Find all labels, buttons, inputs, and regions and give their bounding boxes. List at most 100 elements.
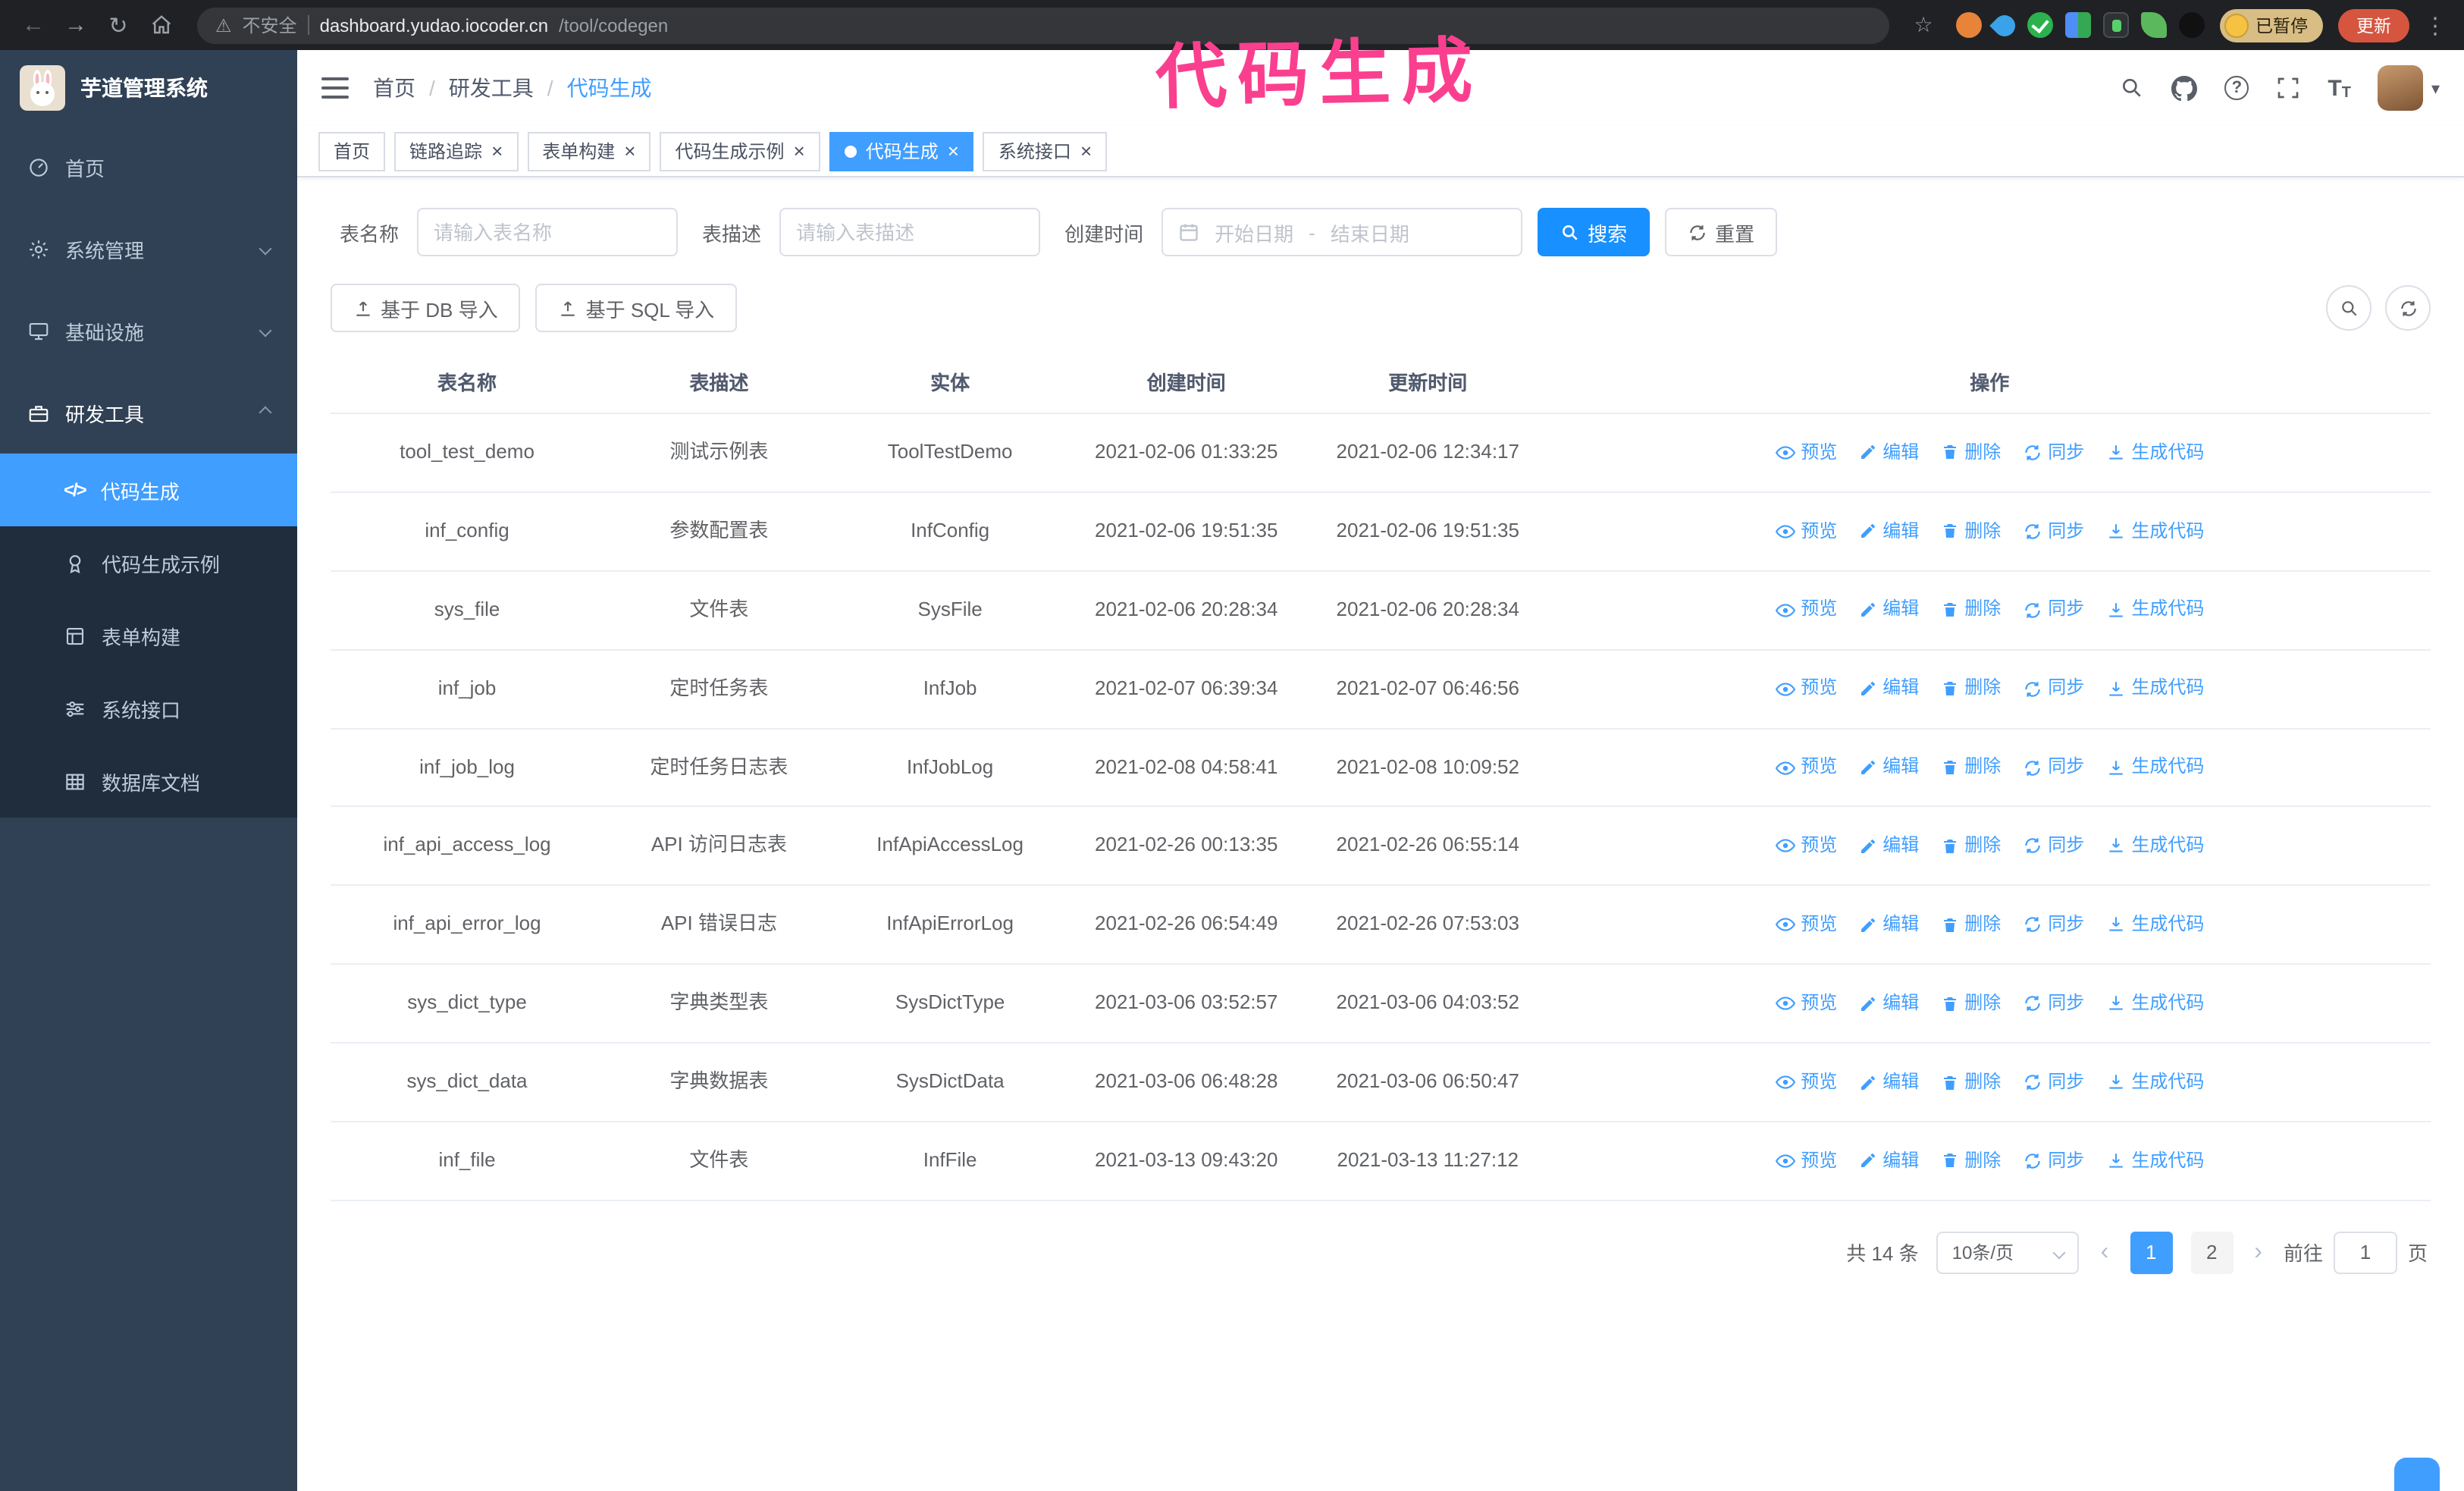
breadcrumb-item[interactable]: 首页 <box>373 73 415 103</box>
extension-icon[interactable] <box>2027 12 2052 38</box>
tab-home[interactable]: 首页 <box>318 131 386 171</box>
github-icon[interactable] <box>2171 75 2198 101</box>
page-size-select[interactable]: 10条/页 <box>1936 1231 2080 1274</box>
sync-link[interactable]: 同步 <box>2022 755 2084 779</box>
reload-icon[interactable]: ↻ <box>100 7 136 43</box>
sync-link[interactable]: 同步 <box>2022 519 2084 543</box>
table-desc-input[interactable] <box>779 208 1041 256</box>
sync-link[interactable]: 同步 <box>2022 992 2084 1015</box>
edit-link[interactable]: 编辑 <box>1858 755 1919 779</box>
preview-link[interactable]: 预览 <box>1775 519 1837 543</box>
refresh-table-button[interactable] <box>2385 285 2431 331</box>
preview-link[interactable]: 预览 <box>1775 755 1837 779</box>
sidebar-item-form-builder[interactable]: 表单构建 <box>0 599 297 672</box>
search-button[interactable]: 搜索 <box>1538 208 1651 256</box>
sidebar-item-infrastructure[interactable]: 基础设施 <box>0 290 297 372</box>
sidebar-item-db-docs[interactable]: 数据库文档 <box>0 745 297 818</box>
extension-icon[interactable] <box>2064 12 2090 38</box>
help-icon[interactable]: ? <box>2224 76 2249 100</box>
generate-code-link[interactable]: 生成代码 <box>2105 992 2204 1015</box>
prev-page-button[interactable]: ‹ <box>2098 1239 2112 1267</box>
reset-button[interactable]: 重置 <box>1665 208 1778 256</box>
sync-link[interactable]: 同步 <box>2022 441 2084 464</box>
address-bar[interactable]: ⚠ 不安全 dashboard.yudao.iocoder.cn /tool/c… <box>197 7 1889 43</box>
page-button-2[interactable]: 2 <box>2190 1231 2234 1274</box>
tab-system-api[interactable]: 系统接口 × <box>983 131 1108 171</box>
close-icon[interactable]: × <box>1080 141 1092 161</box>
tab-link-tracing[interactable]: 链路追踪 × <box>394 131 519 171</box>
import-sql-button[interactable]: 基于 SQL 导入 <box>535 284 738 332</box>
generate-code-link[interactable]: 生成代码 <box>2105 1149 2204 1172</box>
next-page-button[interactable]: › <box>2251 1239 2265 1267</box>
breadcrumb-item[interactable]: 研发工具 <box>449 73 534 103</box>
close-icon[interactable]: × <box>624 141 635 161</box>
delete-link[interactable]: 删除 <box>1940 677 2001 701</box>
browser-menu-icon[interactable]: ⋮ <box>2422 11 2449 39</box>
delete-link[interactable]: 删除 <box>1940 992 2001 1015</box>
tab-form-builder[interactable]: 表单构建 × <box>527 131 651 171</box>
generate-code-link[interactable]: 生成代码 <box>2105 441 2204 464</box>
collapse-sidebar-icon[interactable] <box>321 77 349 99</box>
preview-link[interactable]: 预览 <box>1775 677 1837 701</box>
sync-link[interactable]: 同步 <box>2022 1149 2084 1172</box>
avatar[interactable] <box>2378 65 2424 111</box>
extension-icon[interactable] <box>2178 12 2204 38</box>
date-range-picker[interactable]: 开始日期 - 结束日期 <box>1161 208 1523 256</box>
home-icon[interactable] <box>143 7 179 43</box>
edit-link[interactable]: 编辑 <box>1858 992 1919 1015</box>
preview-link[interactable]: 预览 <box>1775 913 1837 937</box>
forward-icon[interactable]: → <box>58 7 94 43</box>
delete-link[interactable]: 删除 <box>1940 834 2001 858</box>
back-to-top-button[interactable] <box>2394 1458 2440 1491</box>
delete-link[interactable]: 删除 <box>1940 913 2001 937</box>
sync-link[interactable]: 同步 <box>2022 834 2084 858</box>
tab-codegen[interactable]: 代码生成 × <box>829 131 974 171</box>
delete-link[interactable]: 删除 <box>1940 1149 2001 1172</box>
extension-icon[interactable] <box>2102 12 2128 38</box>
goto-page-input[interactable] <box>2333 1231 2397 1274</box>
table-name-input[interactable] <box>417 208 679 256</box>
sync-link[interactable]: 同步 <box>2022 913 2084 937</box>
edit-link[interactable]: 编辑 <box>1858 1149 1919 1172</box>
sidebar-item-codegen-example[interactable]: 代码生成示例 <box>0 526 297 599</box>
generate-code-link[interactable]: 生成代码 <box>2105 913 2204 937</box>
preview-link[interactable]: 预览 <box>1775 834 1837 858</box>
delete-link[interactable]: 删除 <box>1940 598 2001 622</box>
generate-code-link[interactable]: 生成代码 <box>2105 1071 2204 1094</box>
edit-link[interactable]: 编辑 <box>1858 441 1919 464</box>
sync-link[interactable]: 同步 <box>2022 598 2084 622</box>
preview-link[interactable]: 预览 <box>1775 1071 1837 1094</box>
preview-link[interactable]: 预览 <box>1775 1149 1837 1172</box>
extension-icon[interactable] <box>1955 12 1981 38</box>
delete-link[interactable]: 删除 <box>1940 441 2001 464</box>
font-size-icon[interactable]: TT <box>2328 75 2351 101</box>
import-db-button[interactable]: 基于 DB 导入 <box>331 284 521 332</box>
preview-link[interactable]: 预览 <box>1775 992 1837 1015</box>
extension-icon[interactable] <box>2140 12 2166 38</box>
delete-link[interactable]: 删除 <box>1940 519 2001 543</box>
toggle-search-button[interactable] <box>2326 285 2372 331</box>
generate-code-link[interactable]: 生成代码 <box>2105 677 2204 701</box>
sync-link[interactable]: 同步 <box>2022 1071 2084 1094</box>
sync-link[interactable]: 同步 <box>2022 677 2084 701</box>
tab-codegen-example[interactable]: 代码生成示例 × <box>660 131 820 171</box>
fullscreen-icon[interactable] <box>2276 76 2300 100</box>
sidebar-item-dev-tools[interactable]: 研发工具 <box>0 372 297 454</box>
page-button-1[interactable]: 1 <box>2130 1231 2173 1274</box>
delete-link[interactable]: 删除 <box>1940 755 2001 779</box>
generate-code-link[interactable]: 生成代码 <box>2105 598 2204 622</box>
preview-link[interactable]: 预览 <box>1775 598 1837 622</box>
edit-link[interactable]: 编辑 <box>1858 677 1919 701</box>
generate-code-link[interactable]: 生成代码 <box>2105 834 2204 858</box>
sidebar-item-codegen[interactable]: </> 代码生成 <box>0 454 297 526</box>
edit-link[interactable]: 编辑 <box>1858 1071 1919 1094</box>
sidebar-item-system-api[interactable]: 系统接口 <box>0 672 297 745</box>
generate-code-link[interactable]: 生成代码 <box>2105 755 2204 779</box>
preview-link[interactable]: 预览 <box>1775 441 1837 464</box>
close-icon[interactable]: × <box>948 141 959 161</box>
close-icon[interactable]: × <box>491 141 503 161</box>
profile-paused-badge[interactable]: 已暂停 <box>2219 8 2323 42</box>
delete-link[interactable]: 删除 <box>1940 1071 2001 1094</box>
sidebar-item-home[interactable]: 首页 <box>0 126 297 208</box>
back-icon[interactable]: ← <box>15 7 52 43</box>
